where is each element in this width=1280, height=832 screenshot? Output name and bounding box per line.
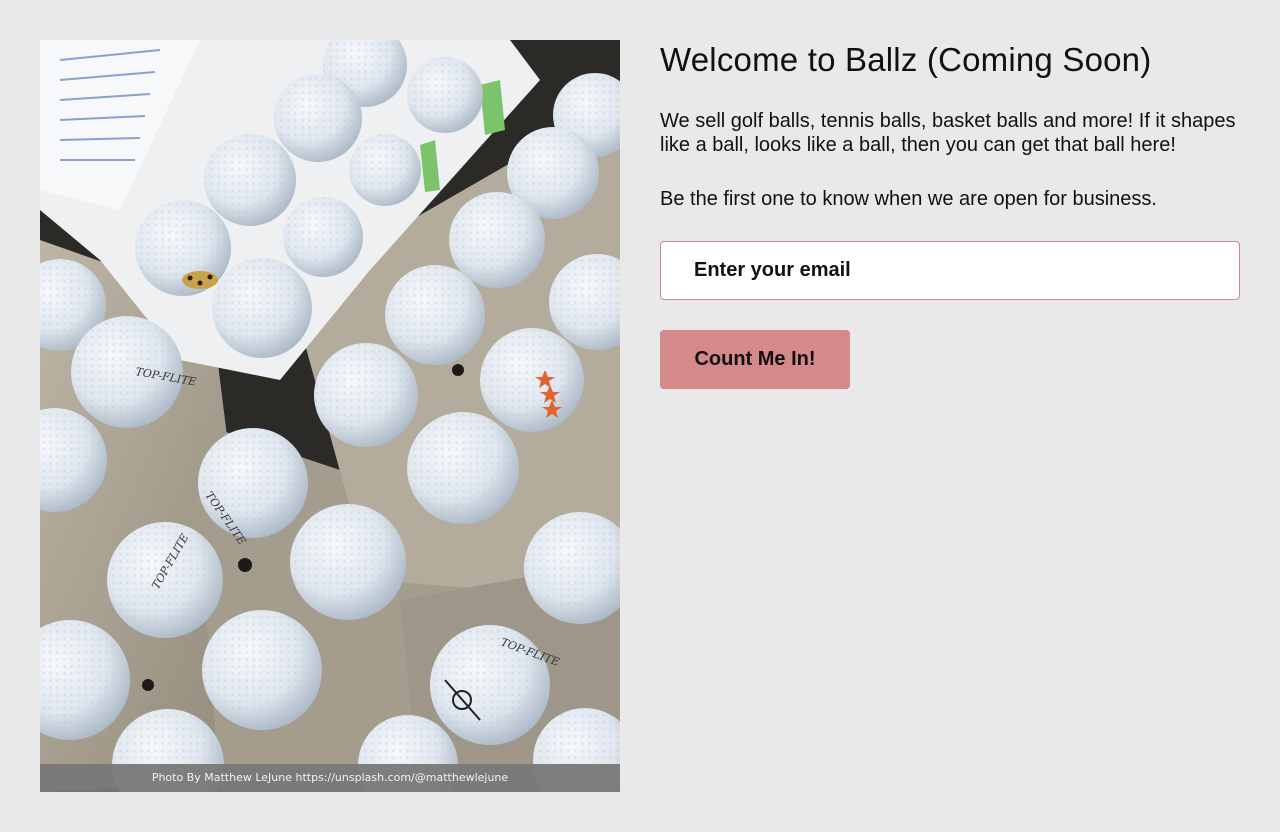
signup-form: Count Me In! — [660, 241, 1240, 389]
signup-section: Welcome to Ballz (Coming Soon) We sell g… — [660, 40, 1240, 389]
intro-text: We sell golf balls, tennis balls, basket… — [660, 110, 1236, 156]
email-input[interactable] — [660, 241, 1240, 300]
golf-balls-image: TOP-FLITE TOP-FLITE TOP-FLITE TOP-FLITE — [40, 40, 620, 792]
count-me-in-button[interactable]: Count Me In! — [660, 330, 850, 389]
page-title: Welcome to Ballz (Coming Soon) — [660, 41, 1152, 78]
photo-credit: Photo By Matthew LeJune https://unsplash… — [40, 764, 620, 792]
cta-text: Be the first one to know when we are ope… — [660, 188, 1157, 210]
hero-photo: TOP-FLITE TOP-FLITE TOP-FLITE TOP-FLITE … — [40, 40, 620, 792]
